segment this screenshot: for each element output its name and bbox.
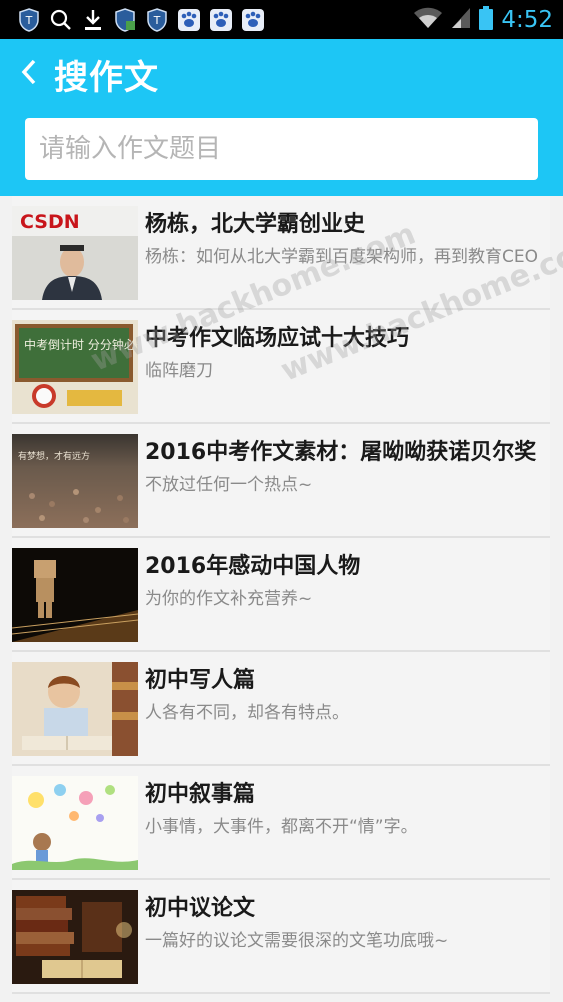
item-title: 初中叙事篇 [145,782,256,807]
page-title: 搜作文 [54,58,159,98]
svg-text:T: T [153,14,161,27]
article-list: CSDN 杨栋，北大学霸创业史 杨栋：如何从北大学霸到百度架构师，再到教育CEO… [12,196,550,994]
download-icon [80,7,106,33]
list-item[interactable]: 中考倒计时 分分钟必争 中考作文临场应试十大技巧 临阵磨刀 [12,310,550,424]
item-desc: 一篇好的议论文需要很深的文笔功底哦~ [145,931,449,951]
signal-icon [451,7,471,33]
item-title: 中考作文临场应试十大技巧 [145,326,410,351]
clock: 4:52 [501,6,553,33]
baidu-paw-icon [240,7,266,33]
list-item[interactable]: 2016年感动中国人物 为你的作文补充营养~ [12,538,550,652]
thumbnail-boy-books [12,662,138,756]
shield-icon: T [144,7,170,33]
list-item[interactable]: 初中写人篇 人各有不同，却各有特点。 [12,652,550,766]
thumbnail-chalkboard: 中考倒计时 分分钟必争 [12,320,138,414]
baidu-paw-icon [208,7,234,33]
status-bar: T T 4:52 [0,0,563,39]
thumbnail-danbo-guitar [12,548,138,642]
thumbnail-cartoon-math [12,776,138,870]
item-desc: 临阵磨刀 [145,361,213,381]
battery-icon [479,5,494,34]
chevron-left-icon [21,59,36,85]
item-desc: 杨栋：如何从北大学霸到百度架构师，再到教育CEO [145,247,538,267]
wifi-icon [413,7,443,33]
thumbnail-csdn: CSDN [12,206,138,300]
thumbnail-gravel: 有梦想，才有远方 [12,434,138,528]
list-item[interactable]: 初中议论文 一篇好的议论文需要很深的文笔功底哦~ [12,880,550,994]
item-title: 初中写人篇 [145,668,256,693]
item-desc: 人各有不同，却各有特点。 [145,703,349,723]
list-item[interactable]: 初中叙事篇 小事情，大事件，都离不开“情”字。 [12,766,550,880]
thumbnail-old-books [12,890,138,984]
item-title: 2016年感动中国人物 [145,554,361,579]
svg-text:有梦想，才有远方: 有梦想，才有远方 [18,450,90,462]
item-title: 杨栋，北大学霸创业史 [145,212,366,237]
svg-text:中考倒计时 分分钟必争: 中考倒计时 分分钟必争 [24,337,138,352]
item-desc: 不放过任何一个热点~ [145,475,313,495]
item-desc: 为你的作文补充营养~ [145,589,313,609]
svg-text:CSDN: CSDN [20,211,80,233]
item-desc: 小事情，大事件，都离不开“情”字。 [145,817,418,837]
baidu-paw-icon [176,7,202,33]
search-input[interactable] [25,118,538,180]
shield-icon: T [16,7,42,33]
item-title: 初中议论文 [145,896,256,921]
search-icon [48,7,74,33]
back-button[interactable] [14,57,44,87]
list-item[interactable]: 有梦想，才有远方 2016中考作文素材：屠呦呦获诺贝尔奖 不放过任何一个热点~ [12,424,550,538]
list-item[interactable]: CSDN 杨栋，北大学霸创业史 杨栋：如何从北大学霸到百度架构师，再到教育CEO [12,196,550,310]
app-header: 搜作文 [0,39,563,196]
item-title: 2016中考作文素材：屠呦呦获诺贝尔奖 [145,440,537,465]
shield-app-icon [112,7,138,33]
svg-text:T: T [25,14,33,27]
